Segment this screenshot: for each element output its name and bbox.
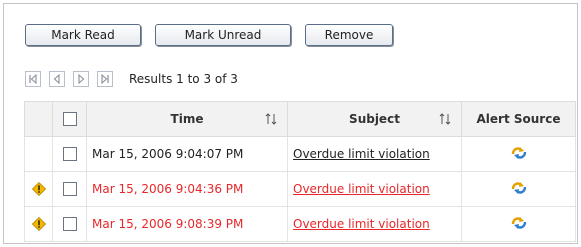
warning-icon (31, 217, 46, 232)
table-row[interactable]: Mar 15, 2006 9:04:36 PM Overdue limit vi… (24, 171, 576, 207)
alert-source-icon[interactable] (509, 145, 529, 161)
alert-source-column-header[interactable]: Alert Source (461, 101, 576, 137)
select-cell (52, 136, 87, 172)
select-all-column-header (52, 101, 87, 137)
time-cell: Mar 15, 2006 9:08:39 PM (86, 206, 288, 242)
previous-page-icon[interactable] (49, 71, 65, 87)
alert-source-icon[interactable] (509, 180, 529, 196)
next-page-icon[interactable] (73, 71, 89, 87)
time-column-label: Time (170, 112, 204, 126)
row-checkbox[interactable] (62, 182, 77, 197)
flag-column-header (24, 101, 53, 137)
subject-link[interactable]: Overdue limit violation (293, 147, 430, 161)
alerts-panel: Mark Read Mark Unread Remove Results 1 t… (3, 3, 578, 244)
alert-source-cell (461, 171, 576, 207)
subject-cell: Overdue limit violation (287, 171, 462, 207)
time-cell: Mar 15, 2006 9:04:36 PM (86, 171, 288, 207)
table-row[interactable]: Mar 15, 2006 9:08:39 PM Overdue limit vi… (24, 206, 576, 242)
select-cell (52, 171, 87, 207)
subject-cell: Overdue limit violation (287, 136, 462, 172)
flag-cell (24, 136, 53, 172)
mark-unread-button[interactable]: Mark Unread (155, 24, 291, 46)
row-checkbox[interactable] (62, 147, 77, 162)
remove-button[interactable]: Remove (305, 24, 393, 46)
last-page-icon[interactable] (97, 71, 113, 87)
row-checkbox[interactable] (62, 217, 77, 232)
alert-source-cell (461, 206, 576, 242)
time-cell: Mar 15, 2006 9:04:07 PM (86, 136, 288, 172)
results-count: Results 1 to 3 of 3 (129, 72, 238, 86)
table-row[interactable]: Mar 15, 2006 9:04:07 PM Overdue limit vi… (24, 136, 576, 172)
select-cell (52, 206, 87, 242)
flag-cell (24, 171, 53, 207)
pager: Results 1 to 3 of 3 (25, 71, 238, 87)
alert-source-icon[interactable] (509, 215, 529, 231)
sort-icon[interactable] (265, 113, 277, 125)
alerts-table: Time Subject Alert Source Mar 15, 2006 9… (24, 101, 576, 242)
flag-cell (24, 206, 53, 242)
time-column-header[interactable]: Time (86, 101, 288, 137)
table-header-row: Time Subject Alert Source (24, 101, 576, 137)
alert-source-column-label: Alert Source (476, 112, 561, 126)
subject-link[interactable]: Overdue limit violation (293, 217, 430, 231)
subject-column-label: Subject (349, 112, 400, 126)
select-all-checkbox[interactable] (62, 112, 77, 127)
alerts-toolbar: Mark Read Mark Unread Remove (25, 24, 393, 46)
subject-link[interactable]: Overdue limit violation (293, 182, 430, 196)
alert-source-cell (461, 136, 576, 172)
mark-read-button[interactable]: Mark Read (25, 24, 141, 46)
subject-cell: Overdue limit violation (287, 206, 462, 242)
first-page-icon[interactable] (25, 71, 41, 87)
warning-icon (31, 182, 46, 197)
sort-icon[interactable] (439, 113, 451, 125)
subject-column-header[interactable]: Subject (287, 101, 462, 137)
